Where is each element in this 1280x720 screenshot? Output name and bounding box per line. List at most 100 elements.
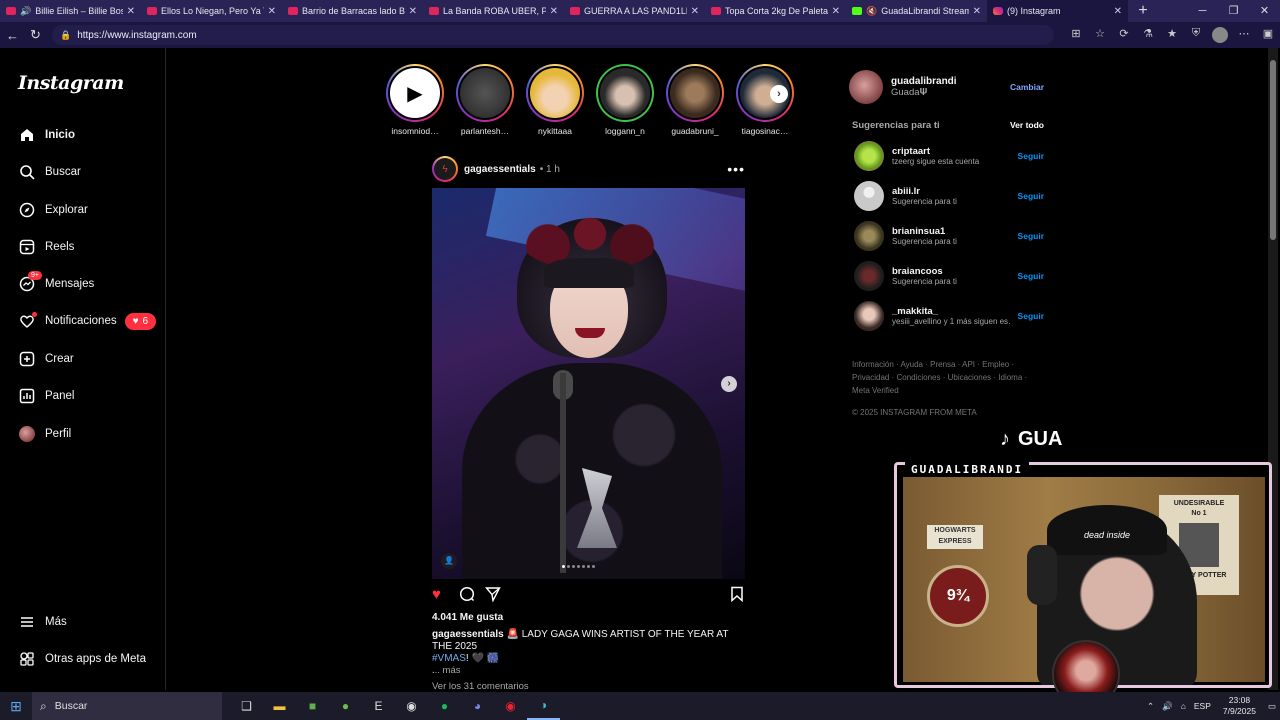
spotify-icon[interactable]: ●: [428, 692, 461, 720]
minimize-icon[interactable]: ─: [1187, 0, 1218, 22]
back-icon[interactable]: ←: [2, 28, 23, 43]
see-all-button[interactable]: Ver todo: [1010, 120, 1044, 130]
bookmark-icon[interactable]: [730, 586, 744, 606]
apps-icon[interactable]: ⊞: [1064, 27, 1088, 43]
sidebar-item-mensajes[interactable]: 9+ Mensajes: [18, 271, 94, 296]
close-icon[interactable]: ✕: [691, 6, 699, 17]
sidebar-item-perfil[interactable]: Perfil: [18, 422, 71, 446]
current-user-avatar[interactable]: [849, 70, 883, 104]
follow-button[interactable]: Seguir: [1018, 231, 1044, 241]
epic-games-icon[interactable]: E: [362, 692, 395, 720]
language-indicator[interactable]: ESP: [1190, 701, 1215, 711]
caption-more-link[interactable]: ... más: [432, 665, 461, 676]
suggestion-avatar[interactable]: [854, 221, 884, 251]
steam-icon[interactable]: ◉: [395, 692, 428, 720]
follow-button[interactable]: Seguir: [1018, 151, 1044, 161]
tab-instagram[interactable]: (9) Instagram ✕: [987, 0, 1128, 22]
tab-la-banda[interactable]: La Banda ROBA UBER, PELE…✕: [423, 0, 564, 22]
task-view-icon[interactable]: ❑: [230, 692, 263, 720]
sidebar-item-panel[interactable]: Panel: [18, 384, 74, 408]
minecraft-icon[interactable]: ■: [296, 692, 329, 720]
story-item[interactable]: nykittaaa: [526, 64, 584, 136]
post-username[interactable]: gagaessentials: [464, 164, 536, 175]
share-icon[interactable]: [484, 586, 501, 606]
close-icon[interactable]: ✕: [409, 6, 417, 17]
sidebar-item-crear[interactable]: Crear: [18, 347, 74, 371]
sidebar-item-mas[interactable]: Más: [18, 610, 67, 634]
sidebar-item-notificaciones[interactable]: Notificaciones ♥ 6: [18, 309, 157, 333]
refresh-icon[interactable]: ↻: [25, 27, 46, 43]
close-icon[interactable]: ✕: [832, 6, 840, 17]
close-icon[interactable]: ✕: [973, 6, 981, 17]
caption-username[interactable]: gagaessentials: [432, 629, 504, 640]
suggestion-avatar[interactable]: [854, 181, 884, 211]
sidebar-icon[interactable]: ▣: [1256, 27, 1280, 43]
maximize-icon[interactable]: ❐: [1218, 0, 1249, 22]
view-comments-link[interactable]: Ver los 31 comentarios: [432, 681, 529, 692]
story-item[interactable]: parlantesh…: [456, 64, 514, 136]
speaker-muted-icon[interactable]: 🔇: [866, 6, 877, 17]
file-explorer-icon[interactable]: ▬: [263, 692, 296, 720]
carousel-next-button[interactable]: ›: [721, 376, 737, 392]
lock-icon[interactable]: 🔒: [60, 30, 71, 41]
close-icon[interactable]: ✕: [1114, 6, 1122, 17]
more-menu-icon[interactable]: ⋯: [1232, 27, 1256, 43]
suggestion-avatar[interactable]: [854, 261, 884, 291]
like-heart-icon[interactable]: ♥: [432, 586, 441, 603]
sidebar-item-otras-apps[interactable]: Otras apps de Meta: [18, 647, 146, 671]
clock[interactable]: 23:08 7/9/2025: [1215, 695, 1264, 717]
tab-barrio-barracas[interactable]: Barrio de Barracas lado B : …✕: [282, 0, 423, 22]
suggestion-avatar[interactable]: [854, 141, 884, 171]
tab-guerra[interactable]: GUERRA A LAS PAND1LLAS …✕: [564, 0, 705, 22]
sidebar-item-explorar[interactable]: Explorar: [18, 198, 88, 222]
refresh-page-icon[interactable]: ⟳: [1112, 27, 1136, 43]
tab-ellos-lo-niegan[interactable]: Ellos Lo Niegan, Pero Ya To…✕: [141, 0, 282, 22]
suggestion-avatar[interactable]: [854, 301, 884, 331]
notifications-icon[interactable]: ▭: [1264, 701, 1280, 712]
switch-account-button[interactable]: Cambiar: [1010, 82, 1044, 92]
more-options-icon[interactable]: •••: [727, 161, 745, 177]
extensions-icon[interactable]: ⚗: [1136, 27, 1160, 43]
obs-icon[interactable]: ◉: [494, 692, 527, 720]
sidebar-item-buscar[interactable]: Buscar: [18, 160, 81, 184]
favorites-icon[interactable]: ★: [1160, 27, 1184, 43]
scrollbar-thumb[interactable]: [1270, 60, 1276, 240]
network-icon[interactable]: ⌂: [1177, 701, 1190, 711]
taskbar-search[interactable]: ⌕ Buscar: [32, 692, 222, 720]
windows-start-icon[interactable]: ⊞: [0, 698, 32, 715]
stories-next-button[interactable]: ›: [770, 85, 788, 103]
sidebar-item-reels[interactable]: Reels: [18, 235, 74, 259]
footer-links[interactable]: Información · Ayuda · Prensa · API · Emp…: [852, 358, 1052, 397]
sidebar-item-inicio[interactable]: Inicio: [18, 123, 75, 147]
instagram-logo[interactable]: Instagram: [18, 72, 124, 94]
close-icon[interactable]: ✕: [550, 6, 558, 17]
xbox-icon[interactable]: ●: [329, 692, 362, 720]
post-avatar[interactable]: ϟ: [432, 156, 458, 182]
tab-topa-corta[interactable]: Topa Corta 2kg De Paleta M…✕: [705, 0, 846, 22]
follow-button[interactable]: Seguir: [1018, 311, 1044, 321]
story-item[interactable]: guadabruni_: [666, 64, 724, 136]
follow-button[interactable]: Seguir: [1018, 271, 1044, 281]
speaker-icon[interactable]: 🔊: [20, 6, 31, 17]
volume-icon[interactable]: 🔊: [1158, 701, 1177, 712]
likes-count[interactable]: 4.041 Me gusta: [432, 612, 503, 623]
profile-avatar[interactable]: [1212, 27, 1228, 43]
new-tab-button[interactable]: +: [1128, 2, 1158, 20]
shield-icon[interactable]: ⛨: [1184, 27, 1208, 43]
star-icon[interactable]: ☆: [1088, 27, 1112, 43]
tab-guadalibrandi-stream[interactable]: 🔇 GuadaLibrandi Stream ✕: [846, 0, 987, 22]
edge-icon[interactable]: ◑: [527, 692, 560, 720]
caption-hashtag[interactable]: #VMAS: [432, 653, 466, 664]
comment-icon[interactable]: [459, 586, 475, 606]
close-icon[interactable]: ✕: [268, 6, 276, 17]
url-input[interactable]: 🔒 https://www.instagram.com: [51, 25, 1054, 45]
story-item[interactable]: ▶ insomniod…: [386, 64, 444, 136]
close-icon[interactable]: ✕: [127, 6, 135, 17]
tagged-user-icon[interactable]: 👤: [441, 553, 457, 569]
current-username[interactable]: guadalibrandi: [891, 76, 957, 87]
close-window-icon[interactable]: ✕: [1249, 0, 1280, 22]
follow-button[interactable]: Seguir: [1018, 191, 1044, 201]
story-item[interactable]: loggann_n: [596, 64, 654, 136]
post-image[interactable]: [432, 188, 745, 579]
discord-icon[interactable]: ◕: [461, 692, 494, 720]
